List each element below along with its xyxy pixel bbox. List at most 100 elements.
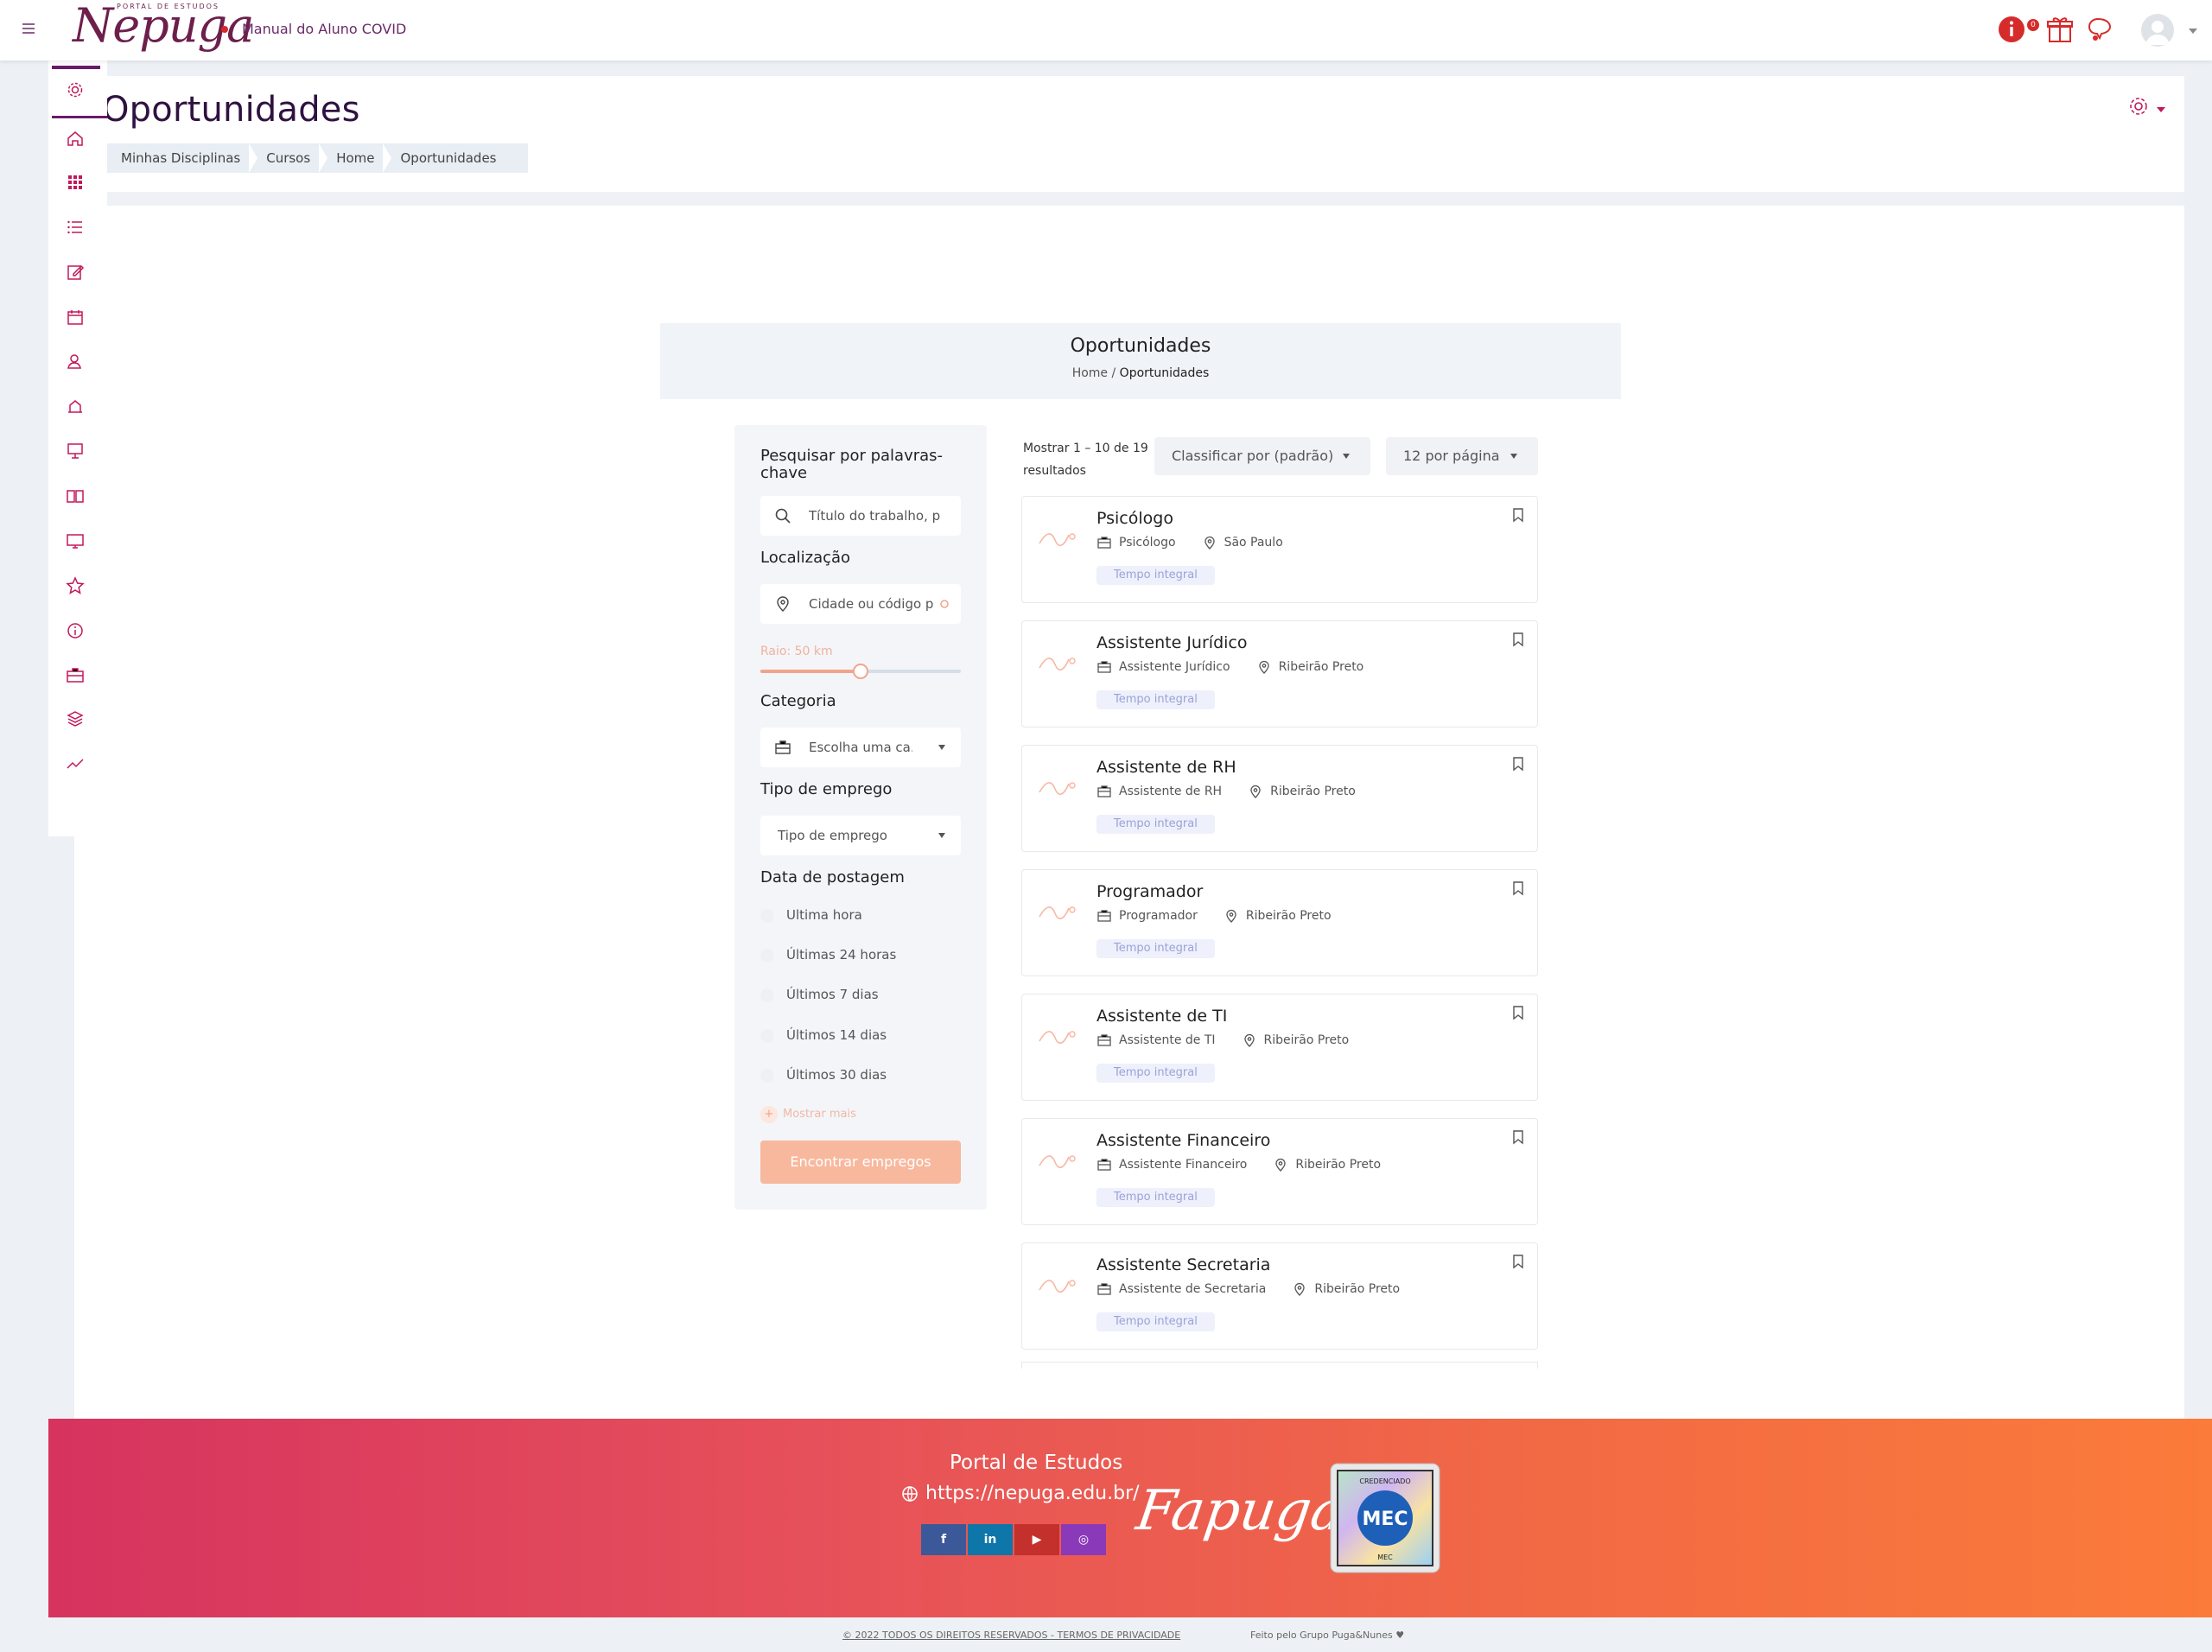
date-option-label: Últimos 14 dias (786, 1027, 887, 1043)
linkedin-icon[interactable]: in (968, 1524, 1013, 1555)
book-icon[interactable] (66, 486, 85, 505)
banner-crumb-home[interactable]: Home (1072, 366, 1108, 380)
left-sidebar (48, 60, 107, 836)
briefcase-icon[interactable] (66, 665, 85, 684)
presentation-icon[interactable] (66, 442, 85, 461)
info-icon[interactable] (66, 621, 85, 640)
list-icon[interactable] (66, 218, 85, 237)
gear-icon[interactable] (66, 80, 85, 99)
user-avatar[interactable] (2141, 14, 2174, 47)
chat-icon[interactable] (2086, 14, 2117, 45)
job-type-badge: Tempo integral (1096, 815, 1215, 834)
type-placeholder: Tipo de emprego (778, 828, 887, 843)
bookmark-icon[interactable] (1511, 880, 1525, 896)
bookmark-icon[interactable] (1511, 1005, 1525, 1020)
bookmark-icon[interactable] (1511, 1254, 1525, 1269)
notification-badge: 0 (2027, 19, 2039, 31)
footer-url-text: https://nepuga.edu.br/ (925, 1483, 1140, 1504)
apps-icon[interactable] (66, 173, 85, 192)
course-link[interactable]: Manual do Aluno COVID (242, 21, 406, 37)
breadcrumb-item[interactable]: Minhas Disciplinas (111, 143, 258, 173)
user-search-icon[interactable] (66, 352, 85, 371)
keywords-input[interactable]: Título do trabalho, p (760, 496, 961, 536)
trend-icon[interactable] (66, 754, 85, 773)
job-location: Ribeirão Preto (1245, 909, 1332, 923)
job-type-badge: Tempo integral (1096, 1064, 1215, 1083)
breadcrumb-item[interactable]: Home (326, 143, 392, 173)
map-pin-icon (1204, 536, 1215, 550)
location-input[interactable]: Cidade ou código p (760, 584, 961, 624)
menu-icon[interactable] (21, 21, 36, 36)
radio-button[interactable] (760, 909, 774, 923)
job-title[interactable]: Assistente de RH (1096, 758, 1236, 777)
show-more-link[interactable]: + Mostrar mais (760, 1106, 856, 1123)
sort-select-value: Classificar por (padrão) (1172, 448, 1334, 464)
job-meta: Assistente Financeiro Ribeirão Preto (1096, 1157, 1381, 1172)
chevron-down-icon[interactable] (2189, 29, 2197, 34)
chevron-down-icon (1343, 454, 1350, 459)
star-icon[interactable] (66, 576, 85, 595)
job-category: Assistente Financeiro (1119, 1158, 1248, 1172)
job-category: Assistente Jurídico (1119, 660, 1230, 674)
job-card[interactable]: Assistente de TI Assistente de TI Ribeirão… (1021, 994, 1538, 1101)
type-select[interactable]: Tipo de emprego (760, 816, 961, 855)
copyright-link[interactable]: © 2022 TODOS OS DIREITOS RESERVADOS - TE… (842, 1630, 1180, 1641)
job-card[interactable]: Assistente Jurídico Assistente Jurídico Ri… (1021, 620, 1538, 728)
bookmark-icon[interactable] (1511, 632, 1525, 647)
briefcase-icon (1097, 910, 1111, 922)
monitor-icon[interactable] (66, 531, 85, 550)
job-title[interactable]: Assistente de TI (1096, 1007, 1227, 1026)
bookmark-icon[interactable] (1511, 756, 1525, 772)
briefcase-icon (1097, 1159, 1111, 1171)
youtube-icon[interactable]: ▶ (1014, 1524, 1059, 1555)
company-logo (1039, 782, 1076, 795)
job-card[interactable]: Assistente de RH Assistente de RH Ribeirão… (1021, 745, 1538, 852)
job-card[interactable]: Assistente Financeiro Assistente Financei… (1021, 1118, 1538, 1225)
briefcase-icon (1097, 785, 1111, 797)
footer-url[interactable]: https://nepuga.edu.br/ (901, 1483, 1140, 1504)
per-page-select[interactable]: 12 por página (1386, 437, 1538, 475)
radius-slider-handle[interactable] (853, 664, 868, 679)
job-type-badge: Tempo integral (1096, 939, 1215, 958)
instagram-icon[interactable]: ◎ (1061, 1524, 1106, 1555)
home-icon[interactable] (66, 129, 85, 148)
locate-icon[interactable] (940, 600, 949, 608)
info-alert-icon[interactable] (1996, 14, 2027, 45)
job-type-badge: Tempo integral (1096, 690, 1215, 709)
job-title[interactable]: Assistente Secretaria (1096, 1255, 1270, 1274)
job-card[interactable]: Assistente Secretaria Assistente de Secre… (1021, 1242, 1538, 1350)
date-option-label: Ultima hora (786, 907, 862, 923)
diploma-icon[interactable] (66, 397, 85, 416)
show-more-label: Mostrar mais (783, 1108, 856, 1121)
category-select[interactable]: Escolha uma ca... (760, 728, 961, 767)
edit-icon[interactable] (66, 263, 85, 282)
calendar-icon[interactable] (66, 308, 85, 327)
job-title[interactable]: Assistente Financeiro (1096, 1131, 1270, 1150)
bookmark-icon[interactable] (1511, 507, 1525, 523)
map-pin-icon (1250, 785, 1261, 798)
job-title[interactable]: Psicólogo (1096, 509, 1173, 528)
company-logo (1039, 1155, 1076, 1168)
radio-button[interactable] (760, 988, 774, 1002)
find-jobs-button[interactable]: Encontrar empregos (760, 1141, 961, 1184)
gift-icon[interactable] (2044, 14, 2075, 45)
sort-select[interactable]: Classificar por (padrão) (1154, 437, 1370, 475)
breadcrumb-item[interactable]: Oportunidades (390, 143, 512, 173)
chevron-down-icon[interactable] (2157, 107, 2165, 112)
settings-gear-icon[interactable] (2127, 95, 2150, 118)
breadcrumb-item[interactable]: Cursos (256, 143, 328, 173)
facebook-icon[interactable]: f (921, 1524, 966, 1555)
radio-button[interactable] (760, 1069, 774, 1083)
bookmark-icon[interactable] (1511, 1129, 1525, 1145)
job-title[interactable]: Assistente Jurídico (1096, 633, 1247, 652)
job-title[interactable]: Programador (1096, 882, 1203, 901)
radius-slider[interactable] (760, 664, 961, 679)
radio-button[interactable] (760, 1029, 774, 1043)
job-card[interactable]: Programador Programador Ribeirão Preto Temp… (1021, 869, 1538, 976)
radio-button[interactable] (760, 949, 774, 963)
banner-breadcrumb: Home / Oportunidades (660, 366, 1621, 380)
per-page-value: 12 por página (1403, 448, 1500, 464)
job-card[interactable]: Psicólogo Psicólogo São Paulo Tempo integra… (1021, 496, 1538, 603)
layers-icon[interactable] (66, 709, 85, 728)
search-icon (775, 508, 791, 524)
